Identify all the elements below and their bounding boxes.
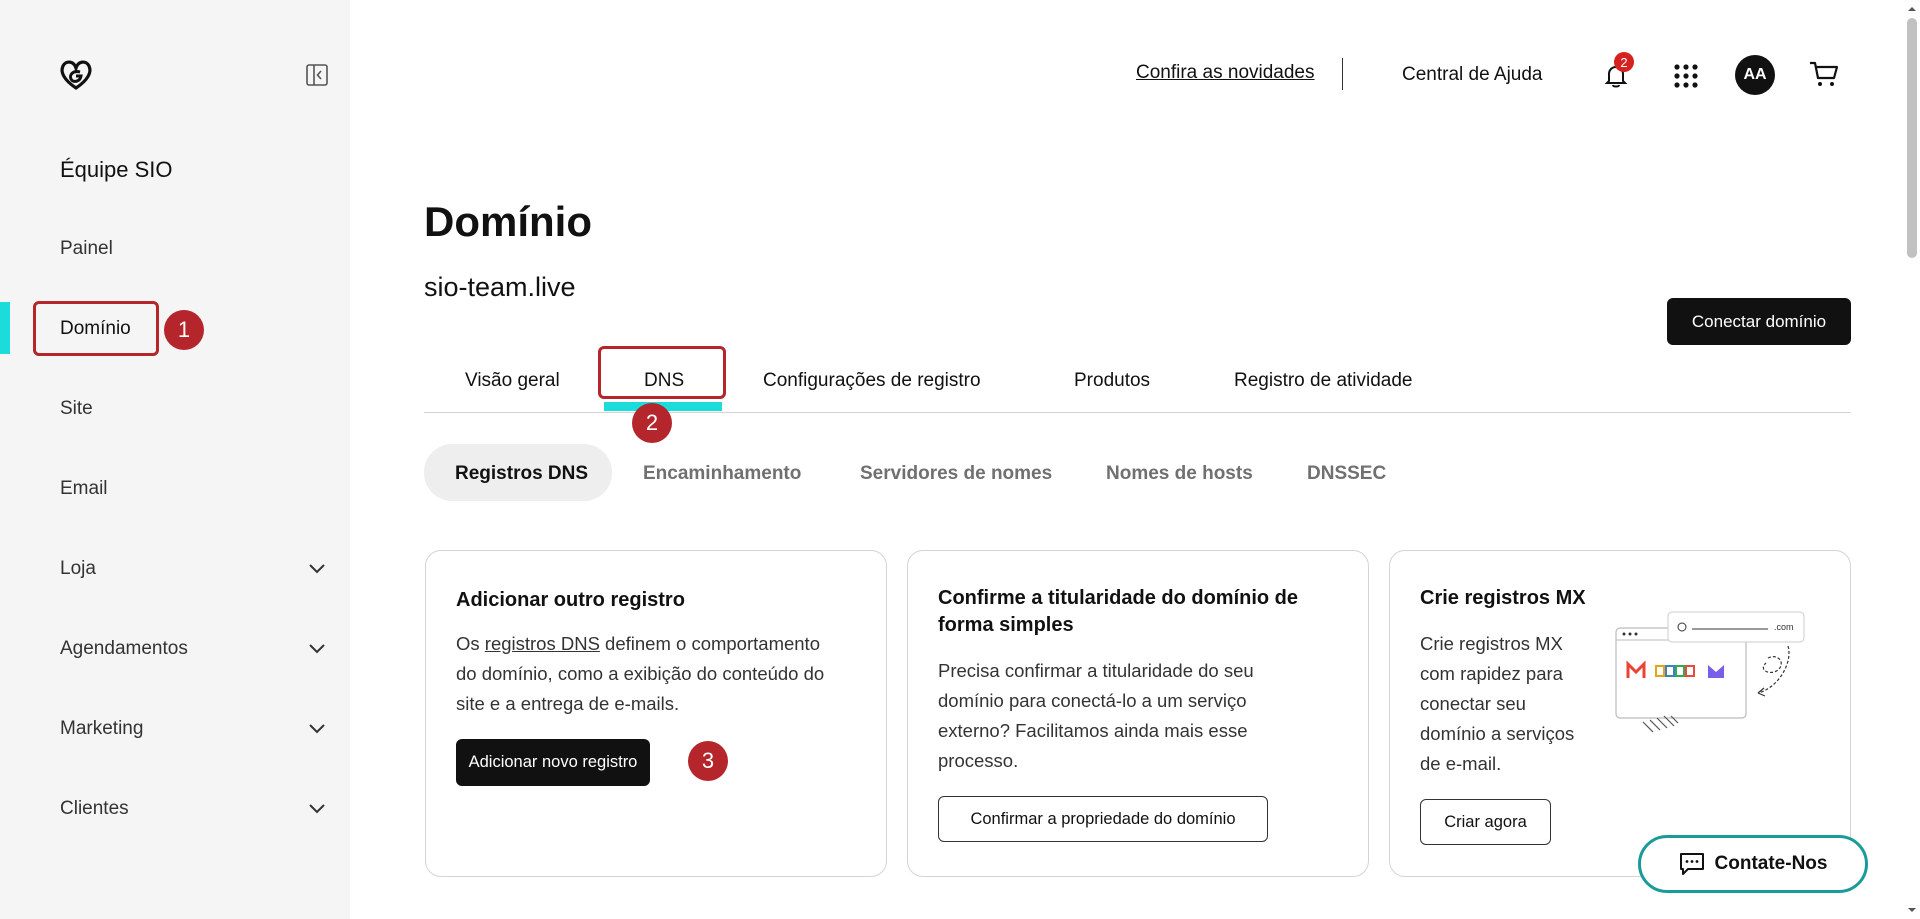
team-name: Équipe SIO (60, 157, 173, 182)
annotation-box-1 (33, 301, 159, 356)
tab-configuracoes-registro[interactable]: Configurações de registro (763, 370, 981, 392)
confirm-ownership-button[interactable]: Confirmar a propriedade do domínio (938, 796, 1268, 842)
card-text-line: domínio para conectá-lo a um serviço (938, 690, 1247, 711)
card-text-line: site e a entrega de e-mails. (456, 693, 680, 714)
subtab-servidores-nomes[interactable]: Servidores de nomes (860, 463, 1052, 485)
dns-records-link[interactable]: registros DNS (485, 633, 600, 654)
subtab-encaminhamento[interactable]: Encaminhamento (643, 463, 801, 485)
sidebar-item-email[interactable]: Email (60, 478, 108, 500)
news-link[interactable]: Confira as novidades (1136, 62, 1315, 84)
tab-registro-atividade[interactable]: Registro de atividade (1234, 370, 1413, 392)
card-text-line: Crie registros MX (1420, 633, 1563, 654)
page-title: Domínio (424, 198, 592, 245)
subtab-dnssec[interactable]: DNSSEC (1307, 463, 1386, 485)
card-text-line: domínio a serviços (1420, 723, 1575, 744)
card-text-line: externo? Facilitamos ainda mais esse (938, 720, 1248, 741)
card-text-line: conectar seu (1420, 693, 1526, 714)
illustration-domain-label: .com (1774, 622, 1794, 632)
card-text-line: processo. (938, 750, 1019, 771)
card-title-line: Confirme a titularidade do domínio de (938, 587, 1299, 609)
sidebar-item-site[interactable]: Site (60, 398, 93, 420)
collapse-sidebar-icon[interactable] (305, 63, 329, 87)
scrollbar-thumb[interactable] (1907, 18, 1917, 258)
subtab-nomes-hosts[interactable]: Nomes de hosts (1106, 463, 1253, 485)
card-add-record: Adicionar outro registro Os registros DN… (425, 550, 887, 877)
avatar[interactable]: AA (1735, 55, 1775, 95)
sidebar-item-marketing[interactable]: Marketing (60, 718, 143, 740)
chevron-down-icon[interactable] (305, 636, 329, 660)
sidebar-item-clientes[interactable]: Clientes (60, 798, 129, 820)
tab-visao-geral[interactable]: Visão geral (465, 370, 560, 392)
godaddy-logo-icon[interactable] (58, 58, 94, 92)
active-indicator (0, 302, 10, 354)
chat-icon (1679, 853, 1704, 875)
notification-badge: 2 (1614, 52, 1634, 72)
connect-domain-button[interactable]: Conectar domínio (1667, 298, 1851, 345)
subtab-registros-dns[interactable]: Registros DNS (455, 463, 588, 485)
card-text-line: de e-mail. (1420, 753, 1502, 774)
annotation-box-2 (598, 346, 726, 399)
cart-icon[interactable] (1808, 58, 1840, 90)
card-text-line: Precisa confirmar a titularidade do seu (938, 660, 1254, 681)
chevron-down-icon[interactable] (305, 556, 329, 580)
card-confirm-ownership: Confirme a titularidade do domínio de fo… (907, 550, 1369, 877)
header-divider (1342, 58, 1343, 90)
card-text-line: Os registros DNS definem o comportamento (456, 633, 820, 654)
sidebar-item-agendamentos[interactable]: Agendamentos (60, 638, 188, 660)
add-new-record-button[interactable]: Adicionar novo registro (456, 739, 650, 786)
card-title: Crie registros MX (1420, 587, 1586, 609)
domain-name: sio-team.live (424, 272, 576, 302)
contact-us-button[interactable]: Contate-Nos (1638, 835, 1868, 893)
chevron-down-icon[interactable] (305, 716, 329, 740)
card-text-line: do domínio, como a exibição do conteúdo … (456, 663, 825, 684)
sidebar: Équipe SIO Painel Domínio Site Email Loj… (0, 0, 350, 919)
annotation-badge-2: 2 (632, 403, 672, 443)
chevron-down-icon[interactable] (305, 796, 329, 820)
scroll-down-icon[interactable] (1905, 903, 1919, 917)
help-center-link[interactable]: Central de Ajuda (1402, 64, 1543, 86)
tab-produtos[interactable]: Produtos (1074, 370, 1150, 392)
card-text-line: com rapidez para (1420, 663, 1563, 684)
sidebar-item-loja[interactable]: Loja (60, 558, 96, 580)
sidebar-item-painel[interactable]: Painel (60, 238, 113, 260)
scroll-up-icon[interactable] (1905, 2, 1919, 16)
apps-grid-icon[interactable] (1672, 62, 1700, 90)
annotation-badge-3: 3 (688, 741, 728, 781)
card-title-line: forma simples (938, 614, 1074, 636)
create-now-button[interactable]: Criar agora (1420, 799, 1551, 845)
email-illustration-icon: .com (1615, 611, 1805, 733)
contact-us-label: Contate-Nos (1714, 853, 1828, 874)
annotation-badge-1: 1 (164, 310, 204, 350)
card-title: Adicionar outro registro (456, 589, 685, 611)
